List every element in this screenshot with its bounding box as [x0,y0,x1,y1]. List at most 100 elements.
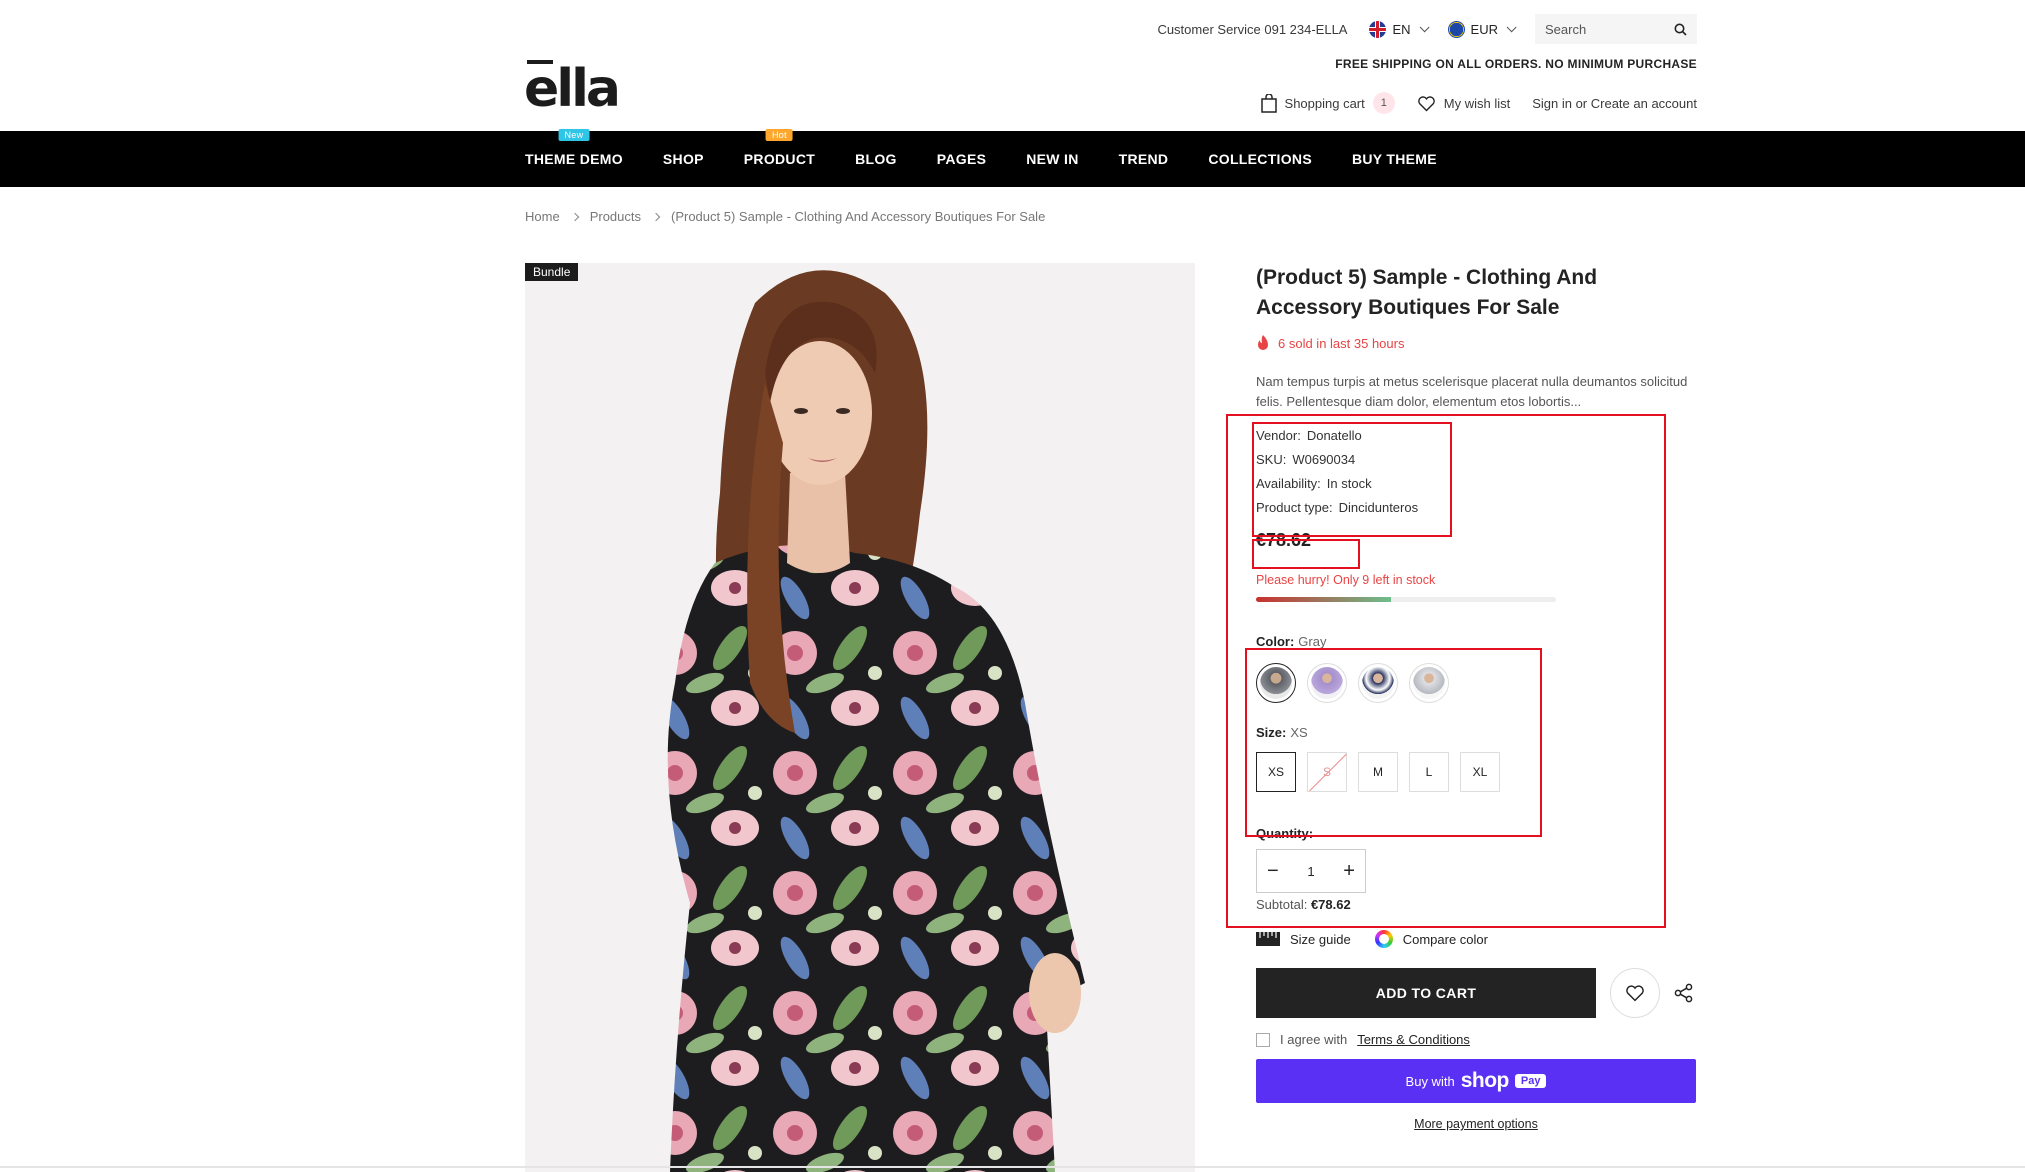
product-description: Nam tempus turpis at metus scelerisque p… [1256,374,1688,409]
shopping-cart-link[interactable]: Shopping cart 1 [1260,92,1395,114]
nav-item-product[interactable]: Hot PRODUCT [744,129,815,167]
sku-value: W0690034 [1292,452,1356,467]
quantity-input[interactable]: 1 [1307,864,1314,879]
search-icon[interactable] [1674,23,1687,36]
top-utility-bar: Customer Service 091 234-ELLA EN EUR Sea… [1157,14,1697,44]
currency-label: EUR [1470,21,1498,37]
terms-link[interactable]: Terms & Conditions [1357,1032,1470,1047]
nav-item-pages[interactable]: PAGES [937,151,986,167]
add-to-cart-button[interactable]: ADD TO CART [1256,968,1596,1018]
stock-progress-bar [1256,597,1556,602]
sold-text: 6 sold in last 35 hours [1278,336,1405,351]
color-swatch-navy[interactable] [1358,663,1398,703]
size-option-xl[interactable]: XL [1460,752,1500,792]
pay-pill: Pay [1514,1074,1547,1088]
shop-pay-button[interactable]: Buy with shop Pay [1256,1059,1696,1103]
account-links: Shopping cart 1 My wish list Sign in or … [1260,92,1697,114]
shop-pay-logo: shop [1460,1069,1510,1092]
site-logo[interactable]: ella [524,60,621,115]
quantity-label: Quantity: [1256,826,1314,841]
new-badge: New [558,129,590,141]
product-price: €78.62 [1256,530,1312,550]
chevron-down-icon [1506,21,1517,32]
product-tools: Size guide Compare color [1256,930,1696,948]
chevron-right-icon [651,212,661,221]
nav-item-collections[interactable]: COLLECTIONS [1208,151,1312,167]
color-swatch-white[interactable] [1409,663,1449,703]
terms-checkbox[interactable] [1256,1032,1270,1047]
color-wheel-icon [1374,930,1393,948]
chevron-right-icon [570,212,579,221]
uk-flag-icon [1369,20,1387,38]
low-stock-warning: Please hurry! Only 9 left in stock [1256,573,1436,587]
breadcrumb: Home Products (Product 5) Sample - Cloth… [525,209,1045,224]
breadcrumb-products[interactable]: Products [590,209,641,224]
currency-selector[interactable]: EUR [1447,20,1517,38]
quantity-stepper: − 1 + [1256,849,1366,893]
color-swatch-gray[interactable] [1256,663,1296,703]
header: Customer Service 091 234-ELLA EN EUR Sea… [0,0,2025,131]
availability-value: In stock [1326,476,1372,491]
heart-icon [1626,985,1644,1002]
size-value: XS [1290,725,1308,740]
add-to-wishlist-button[interactable] [1610,968,1660,1018]
subtotal-value: €78.62 [1310,897,1351,912]
chevron-down-icon [1419,21,1430,32]
color-value: Gray [1298,634,1327,649]
size-label: Size: XS [1256,725,1308,740]
hot-badge: Hot [765,129,793,141]
increase-quantity-button[interactable]: + [1343,860,1355,883]
customer-service: Customer Service 091 234-ELLA [1157,21,1348,37]
product-type-value[interactable]: Dincidunteros [1339,500,1419,515]
decrease-quantity-button[interactable]: − [1267,860,1279,883]
ruler-icon [1256,932,1280,946]
terms-agreement: I agree with Terms & Conditions [1256,1032,1696,1047]
share-icon[interactable] [1674,983,1694,1003]
agree-text: I agree with [1280,1032,1348,1047]
free-shipping-banner: FREE SHIPPING ON ALL ORDERS. NO MINIMUM … [1335,57,1697,71]
model-photo [525,263,1195,1172]
breadcrumb-home[interactable]: Home [525,209,560,224]
color-swatches [1256,663,1696,703]
product-image[interactable] [525,263,1195,1172]
subtotal: Subtotal: €78.62 [1256,897,1351,912]
nav-item-new-in[interactable]: NEW IN [1026,151,1078,167]
color-label: Color: Gray [1256,634,1327,649]
nav-item-buy-theme[interactable]: BUY THEME [1352,151,1437,167]
product-type-row: Product type: Dincidunteros [1256,500,1419,515]
language-selector[interactable]: EN [1369,20,1430,38]
bundle-tag: Bundle [525,263,579,281]
eu-flag-icon [1447,20,1465,38]
page-divider [0,1166,2025,1168]
main-navigation: New THEME DEMO SHOP Hot PRODUCT BLOG PAG… [0,129,2025,187]
heart-icon [1417,95,1435,111]
size-option-l[interactable]: L [1409,752,1449,792]
nav-item-shop[interactable]: SHOP [663,151,704,167]
fire-icon [1258,335,1268,350]
wishlist-link[interactable]: My wish list [1417,95,1510,112]
color-swatch-purple[interactable] [1307,663,1347,703]
size-option-m[interactable]: M [1358,752,1398,792]
language-label: EN [1392,21,1411,37]
search-input[interactable]: Search [1535,14,1697,44]
availability-row: Availability: In stock [1256,476,1372,491]
size-guide-link[interactable]: Size guide [1256,932,1351,947]
product-meta: Vendor: Donatello SKU: W0690034 Availabili… [1256,424,1696,520]
account-link[interactable]: Sign in or Create an account [1532,96,1697,111]
more-payment-options-link[interactable]: More payment options [1256,1117,1696,1131]
compare-color-link[interactable]: Compare color [1374,930,1488,948]
cart-actions: ADD TO CART [1256,968,1696,1018]
vendor-value[interactable]: Donatello [1307,428,1362,443]
search-placeholder: Search [1545,21,1587,37]
size-options: XS S M L XL [1256,752,1696,792]
wishlist-label: My wish list [1443,95,1511,111]
product-title: (Product 5) Sample - Clothing And Access… [1256,266,1598,319]
stock-progress-fill [1256,597,1391,602]
nav-item-trend[interactable]: TREND [1119,151,1169,167]
size-option-s[interactable]: S [1307,752,1347,792]
nav-item-blog[interactable]: BLOG [855,151,897,167]
size-option-xs[interactable]: XS [1256,752,1296,792]
buy-with-label: Buy with [1405,1073,1455,1089]
shopping-bag-icon [1260,93,1277,113]
nav-item-theme-demo[interactable]: New THEME DEMO [525,129,623,167]
